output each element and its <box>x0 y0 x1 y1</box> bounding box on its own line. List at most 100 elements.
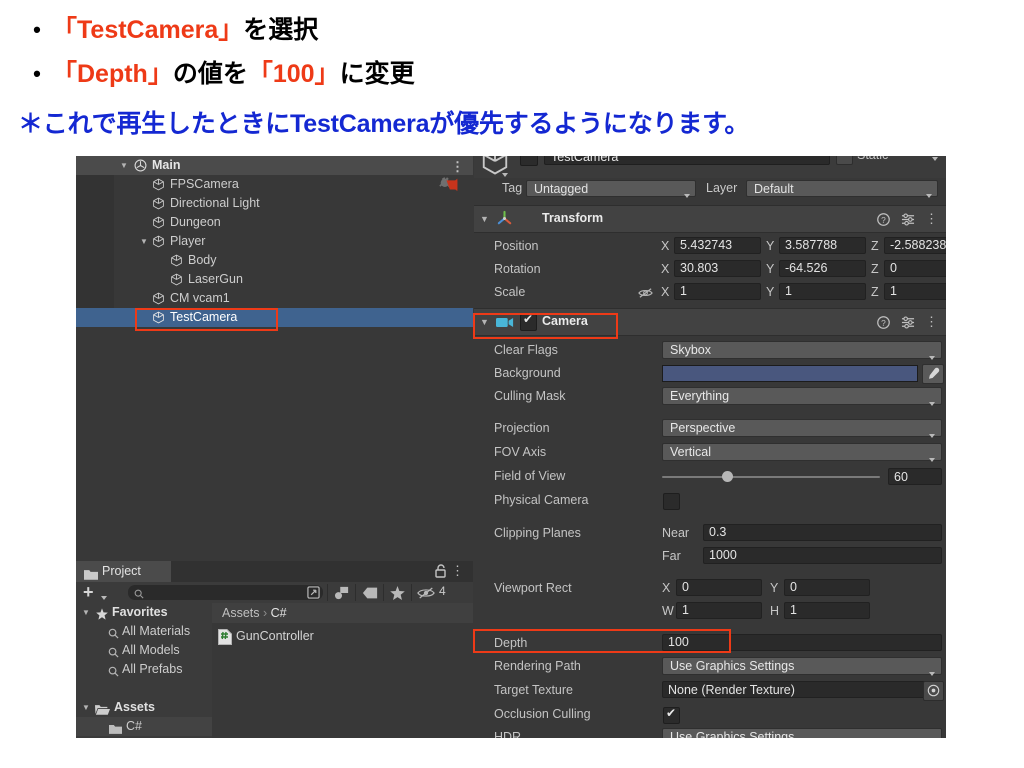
field-of-view-slider-knob[interactable] <box>721 471 733 482</box>
lock-open-icon[interactable] <box>435 564 447 581</box>
occlusion-culling-checkbox[interactable] <box>663 706 680 724</box>
hierarchy-row-player[interactable]: ▼ Player <box>76 232 473 251</box>
breadcrumb: Assets › C# <box>212 603 473 623</box>
target-texture-field[interactable]: None (Render Texture) <box>662 681 942 698</box>
search-field[interactable] <box>128 585 323 602</box>
projection-dropdown[interactable]: Perspective <box>662 419 942 438</box>
asset-item-guncontroller[interactable]: GunController <box>212 625 473 647</box>
viewport-h-field[interactable]: 1 <box>784 602 870 619</box>
position-label: Position <box>494 239 539 253</box>
viewport-x-field[interactable]: 0 <box>676 579 762 596</box>
camera-row-fov-axis: FOV Axis Vertical <box>474 441 946 464</box>
hierarchy-row-directional-light[interactable]: Directional Light <box>76 194 473 213</box>
project-tree-item-all-materials[interactable]: All Materials <box>76 622 212 641</box>
constrain-proportions-off-icon[interactable] <box>638 287 653 302</box>
project-tree-item-assets[interactable]: ▼ Assets <box>76 698 212 717</box>
hierarchy-row-fpscamera[interactable]: FPSCamera <box>76 175 473 194</box>
hierarchy-row-cm-vcam1[interactable]: CM vcam1 <box>76 289 473 308</box>
chevron-down-icon[interactable]: ▼ <box>80 698 92 717</box>
rotation-z-field[interactable]: 0 <box>884 260 946 277</box>
camera-row-projection: Projection Perspective <box>474 417 946 440</box>
rotation-x-field[interactable]: 30.803 <box>674 260 761 277</box>
tag-dropdown[interactable]: Untagged <box>526 180 696 198</box>
chevron-down-icon[interactable]: ▼ <box>480 214 489 224</box>
tab-project[interactable]: Project <box>76 561 171 582</box>
transform-row-rotation: Rotation X 30.803 Y -64.526 Z 0 <box>474 258 946 281</box>
hdr-label: HDR <box>494 730 522 738</box>
chevron-down-icon[interactable]: ▼ <box>118 156 130 175</box>
add-asset-button[interactable]: + <box>83 582 94 603</box>
hierarchy-row-main[interactable]: ▼ Main ⋮ <box>76 156 473 175</box>
hierarchy-label-dungeon: Dungeon <box>170 215 221 229</box>
viewport-w-field[interactable]: 1 <box>676 602 762 619</box>
projection-label: Projection <box>494 421 550 435</box>
project-tree-label-all-prefabs: All Prefabs <box>122 662 183 676</box>
clipping-far-field[interactable]: 1000 <box>703 547 942 564</box>
rendering-path-dropdown[interactable]: Use Graphics Settings <box>662 657 942 676</box>
clear-flags-dropdown[interactable]: Skybox <box>662 341 942 360</box>
scale-y-field[interactable]: 1 <box>779 283 866 300</box>
search-input[interactable] <box>148 585 317 602</box>
physical-camera-checkbox[interactable] <box>663 493 680 510</box>
field-of-view-value-field[interactable]: 60 <box>888 468 942 485</box>
chevron-down-icon[interactable]: ▼ <box>480 317 489 327</box>
chevron-down-icon[interactable]: ▼ <box>80 603 92 622</box>
scale-x-field[interactable]: 1 <box>674 283 761 300</box>
project-tree-item-all-models[interactable]: All Models <box>76 641 212 660</box>
hierarchy-kebab-icon[interactable]: ⋮ <box>451 157 464 176</box>
chevron-down-icon[interactable]: ▼ <box>138 232 150 251</box>
camera-row-hdr: HDR Use Graphics Settings <box>474 726 946 738</box>
hierarchy-row-dungeon[interactable]: Dungeon <box>76 213 473 232</box>
chevron-down-icon[interactable] <box>101 589 107 603</box>
hierarchy-empty-area[interactable] <box>76 327 473 561</box>
camera-enabled-checkbox[interactable]: ✔ <box>520 312 537 331</box>
depth-field[interactable]: 100 <box>662 634 942 651</box>
kebab-icon: ⋮ <box>925 211 938 226</box>
gameobject-name-field[interactable]: TestCamera <box>544 156 830 165</box>
gameobject-enabled-checkbox[interactable]: ✔ <box>520 156 538 166</box>
bullet-1: • 「TestCamera」を選択 <box>22 16 318 45</box>
position-y-field[interactable]: 3.587788 <box>779 237 866 254</box>
hdr-dropdown[interactable]: Use Graphics Settings <box>662 728 942 738</box>
project-tree-spacer <box>76 679 212 698</box>
hidden-assets-toggle[interactable]: 4 <box>412 582 458 603</box>
hierarchy-row-lasergun[interactable]: LaserGun <box>76 270 473 289</box>
filter-label-icon[interactable] <box>356 582 383 603</box>
viewport-y-field[interactable]: 0 <box>784 579 870 596</box>
slide-root: • 「TestCamera」を選択 • 「Depth」の値を「100」に変更 ＊… <box>0 0 1024 768</box>
position-x-field[interactable]: 5.432743 <box>674 237 761 254</box>
project-tree-item-favorites[interactable]: ▼ Favorites <box>76 603 212 622</box>
hierarchy-row-body[interactable]: Body <box>76 251 473 270</box>
field-of-view-slider[interactable] <box>662 476 880 478</box>
chevron-down-icon[interactable] <box>932 156 938 164</box>
layer-dropdown[interactable]: Default <box>746 180 938 198</box>
tag-value: Untagged <box>534 182 589 196</box>
position-z-field[interactable]: -2.588238 <box>884 237 946 254</box>
transform-component-header[interactable]: ▼ Transform ? ⋮ <box>474 205 946 233</box>
breadcrumb-root[interactable]: Assets <box>222 606 260 620</box>
background-color-swatch[interactable] <box>662 365 918 382</box>
static-checkbox[interactable] <box>836 156 853 165</box>
search-in-scene-icon[interactable] <box>307 586 320 602</box>
favorite-star-icon[interactable] <box>384 582 411 603</box>
rotation-y-field[interactable]: -64.526 <box>779 260 866 277</box>
filter-type-icon[interactable] <box>328 582 355 603</box>
hierarchy-label-main: Main <box>152 158 181 172</box>
object-picker-icon[interactable] <box>923 681 944 701</box>
project-kebab-icon[interactable]: ⋮ <box>451 563 464 578</box>
fov-axis-dropdown[interactable]: Vertical <box>662 443 942 462</box>
culling-mask-dropdown[interactable]: Everything <box>662 387 942 406</box>
camera-component-header[interactable]: ▼ ✔ Camera ? ⋮ <box>474 308 946 336</box>
help-icon: ? <box>877 315 890 329</box>
asset-label-guncontroller: GunController <box>236 629 314 643</box>
fov-axis-value: Vertical <box>670 445 711 459</box>
project-tree-item-all-prefabs[interactable]: All Prefabs <box>76 660 212 679</box>
transform-header-icons[interactable]: ? ⋮ <box>877 211 938 227</box>
hierarchy-row-testcamera[interactable]: TestCamera <box>76 308 473 327</box>
scale-z-field[interactable]: 1 <box>884 283 946 300</box>
project-tree-item-csharp[interactable]: C# <box>76 717 212 736</box>
project-tree: ▼ Favorites All Materials All Models All… <box>76 603 212 738</box>
camera-header-icons[interactable]: ? ⋮ <box>877 314 938 330</box>
eyedropper-icon[interactable] <box>922 364 944 384</box>
clipping-near-field[interactable]: 0.3 <box>703 524 942 541</box>
